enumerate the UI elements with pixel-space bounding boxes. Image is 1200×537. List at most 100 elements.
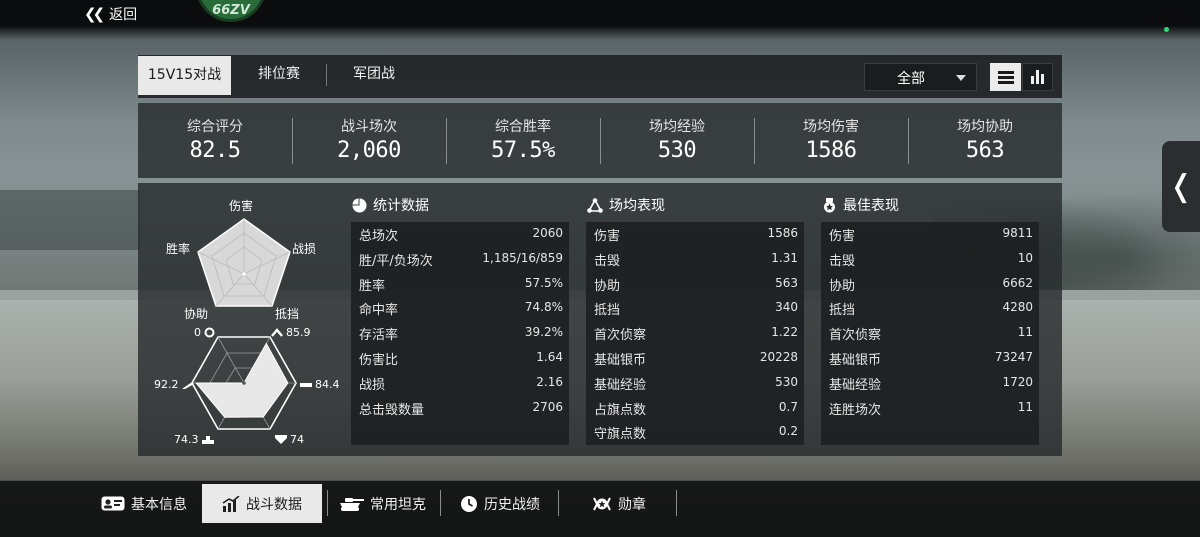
row-key: 首次侦察	[594, 328, 647, 344]
table-row: 基础银币 73247	[821, 346, 1039, 371]
table-row: 伤害 1586	[586, 222, 804, 247]
double-chevron-left-icon: ❮❮	[84, 5, 105, 23]
row-key: 基础经验	[594, 377, 647, 393]
radar-value-right-text: 84.4	[315, 378, 340, 391]
radar-value-bottom-right: 74	[275, 433, 304, 446]
row-key: 伤害	[594, 229, 621, 244]
tab-favorite-tanks[interactable]: 常用坦克	[332, 484, 432, 523]
row-value: 39.2%	[524, 325, 563, 340]
gun-icon	[181, 381, 194, 389]
filter-dropdown[interactable]: 全部	[864, 63, 977, 91]
summary-value: 530	[657, 138, 697, 163]
radar-value-right: 84.4	[300, 378, 340, 391]
row-key: 存活率	[359, 328, 399, 344]
back-label: 返回	[109, 7, 138, 23]
row-value: 2.16	[536, 374, 563, 389]
stats-chart-icon	[222, 495, 240, 512]
radar-label-assist: 协助	[184, 307, 209, 321]
average-title-text: 场均表现	[609, 198, 665, 214]
podium-icon	[201, 436, 214, 444]
tab-legion[interactable]: 军团战	[334, 55, 414, 94]
row-key: 战损	[359, 377, 386, 393]
background-building	[0, 190, 140, 250]
summary-label: 场均伤害	[803, 119, 859, 135]
row-key: 基础银币	[594, 352, 647, 368]
triangle-nodes-icon	[587, 197, 603, 213]
row-key: 伤害比	[359, 352, 399, 368]
summary-value: 2,060	[337, 138, 401, 163]
row-key: 胜率	[359, 278, 386, 294]
side-drawer-handle[interactable]: ❬	[1162, 141, 1200, 232]
row-value: 9811	[1002, 226, 1033, 240]
stats-section-title: 统计数据	[352, 195, 429, 215]
summary-label: 场均经验	[649, 119, 705, 135]
tab-legion-label: 军团战	[353, 66, 395, 82]
row-value: 0.2	[778, 424, 798, 439]
row-value: 11	[1017, 325, 1033, 340]
table-row: 总击毁数量 2706	[351, 396, 569, 421]
radar-value-top-left-text: 0	[194, 326, 201, 339]
summary-win-rate: 综合胜率 57.5%	[446, 116, 600, 163]
tab-15v15[interactable]: 15V15对战	[138, 56, 231, 95]
table-row: 伤害 9811	[821, 222, 1039, 247]
radar-value-top-left: 0	[194, 326, 215, 339]
radar-value-bottom-right-text: 74	[290, 433, 304, 446]
dash-icon	[300, 382, 312, 387]
table-row: 首次侦察 1.22	[586, 321, 804, 346]
radar-value-left-text: 92.2	[154, 378, 179, 391]
top-bar: ❮❮ 返回	[0, 0, 1200, 26]
summary-label: 综合评分	[187, 119, 243, 135]
table-row: 抵挡 4280	[821, 296, 1039, 321]
list-view-button[interactable]	[990, 63, 1021, 91]
row-value: 4280	[1002, 300, 1033, 315]
stats-table: 总场次 2060 胜/平/负场次 1,185/16/859 胜率 57.5% 命中率 7…	[351, 222, 569, 445]
table-row: 伤害比 1.64	[351, 346, 569, 371]
history-clock-icon	[461, 495, 477, 512]
shield-icon	[275, 435, 287, 444]
table-row: 占旗点数 0.7	[586, 396, 804, 421]
id-card-icon	[101, 496, 125, 511]
row-key: 守旗点数	[594, 427, 647, 443]
row-value: 6662	[1002, 275, 1033, 290]
row-key: 击毁	[829, 253, 856, 269]
table-row: 基础银币 20228	[586, 346, 804, 371]
tab-divider	[326, 64, 327, 86]
tab-basic-info-label: 基本信息	[131, 496, 187, 513]
tab-divider	[327, 490, 328, 516]
mode-tab-bar: 15V15对战 排位赛 军团战 全部	[138, 55, 1062, 98]
radar-label-blocked: 抵挡	[275, 307, 300, 321]
row-key: 总击毁数量	[359, 402, 425, 418]
row-value: 1.64	[536, 349, 563, 364]
tab-basic-info[interactable]: 基本信息	[92, 484, 196, 523]
tab-battle-data[interactable]: 战斗数据	[202, 484, 322, 523]
summary-panel: 综合评分 82.5 战斗场次 2,060 综合胜率 57.5% 场均经验 530…	[138, 103, 1062, 178]
back-button[interactable]: ❮❮ 返回	[84, 4, 137, 24]
row-key: 占旗点数	[594, 402, 647, 418]
best-table: 伤害 9811 击毁 10 协助 6662 抵挡 4280 首次侦察 11 基础银币 732…	[821, 222, 1039, 445]
best-title-text: 最佳表现	[843, 198, 899, 214]
tab-ranked-label: 排位赛	[258, 66, 300, 82]
tab-divider	[676, 490, 677, 516]
chart-view-button[interactable]	[1022, 63, 1053, 91]
tab-ranked[interactable]: 排位赛	[238, 55, 320, 94]
tab-divider	[440, 490, 441, 516]
row-value: 0.7	[778, 399, 798, 414]
list-view-icon	[997, 70, 1014, 84]
radar-value-top-right-text: 85.9	[286, 326, 311, 339]
row-key: 基础经验	[829, 377, 882, 393]
row-value: 340	[775, 300, 798, 315]
row-value: 10	[1017, 250, 1033, 265]
row-value: 73247	[994, 349, 1033, 364]
row-key: 协助	[594, 278, 621, 294]
table-row: 战损 2.16	[351, 371, 569, 396]
hexagon-radar-value-area	[195, 342, 289, 418]
summary-overall-rating: 综合评分 82.5	[138, 116, 292, 163]
tab-history[interactable]: 历史战绩	[448, 484, 552, 523]
tab-medals[interactable]: 勋章	[574, 484, 664, 523]
filter-dropdown-value: 全部	[897, 71, 925, 87]
table-row: 抵挡 340	[586, 296, 804, 321]
tab-divider	[558, 490, 559, 516]
table-row: 总场次 2060	[351, 222, 569, 247]
chevron-down-icon	[956, 75, 966, 81]
row-value: 2060	[532, 226, 563, 240]
